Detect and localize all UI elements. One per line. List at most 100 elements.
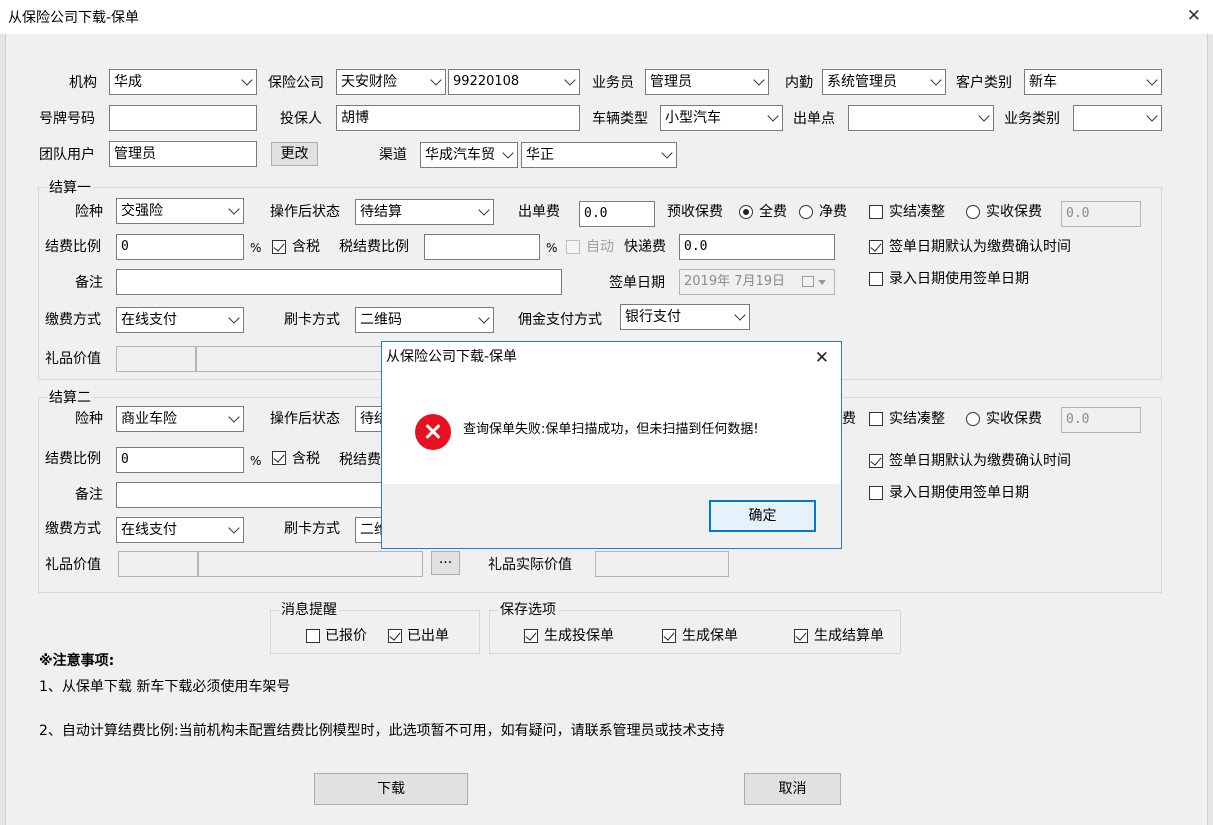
s2-gift-input[interactable] [118,551,198,577]
calendar-icon [802,276,814,287]
s1-commission-select[interactable]: 银行支付 [620,304,750,330]
s1-net-fee-radio[interactable] [799,205,813,219]
issued-checkbox[interactable] [388,629,402,643]
s2-pay-select[interactable]: 在线支付 [116,517,244,543]
chevron-down-icon [228,203,240,215]
s1-round-checkbox[interactable] [869,205,883,219]
cancel-button[interactable]: 取消 [744,773,841,805]
s1-actual-premium-input[interactable]: 0.0 [1061,201,1141,227]
s1-note-input[interactable] [116,269,562,295]
s2-actual-premium-label: 实收保费 [986,411,1042,427]
gen-settlement-checkbox[interactable] [794,629,808,643]
s1-percent: % [250,241,262,255]
s1-actual-premium-radio[interactable] [966,205,980,219]
s1-taxratio-input[interactable] [424,234,540,260]
quoted-label: 已报价 [325,628,367,644]
chevron-down-icon [930,74,942,86]
chevron-down-icon [1146,110,1158,122]
s1-express-label: 快递费 [624,239,666,255]
s2-actual-premium-radio[interactable] [966,412,980,426]
chevron-down-icon [228,411,240,423]
org-select[interactable]: 华成 [109,69,257,95]
s1-gift-input-2[interactable] [196,346,382,372]
s2-note-label: 备注 [75,487,103,503]
s1-signdate-picker[interactable]: 2019年 7月19日 [679,269,835,295]
window-title: 从保险公司下载-保单 [8,10,140,26]
team-user-input[interactable]: 管理员 [109,141,257,167]
plate-input[interactable] [109,105,257,131]
s1-after-status-label: 操作后状态 [270,204,340,220]
s1-full-fee-radio[interactable] [739,205,753,219]
s1-after-status-select[interactable]: 待结算 [355,199,494,225]
s1-taxratio-label: 税结费比例 [339,239,409,255]
chevron-down-icon [661,147,673,159]
save-options-title: 保存选项 [498,601,558,619]
s2-percent: % [250,454,262,468]
s2-gift-input-2[interactable] [198,551,423,577]
chevron-down-icon [502,147,514,159]
download-button[interactable]: 下载 [314,773,468,805]
s1-entry-date-checkbox[interactable] [869,272,883,286]
s2-card-label: 刷卡方式 [284,521,340,537]
change-button[interactable]: 更改 [271,142,318,166]
staff-label: 内勤 [785,75,813,91]
channel-select-2[interactable]: 华正 [521,142,677,168]
s1-tax-checkbox[interactable] [272,240,286,254]
s2-note-input[interactable] [116,482,382,508]
s2-round-checkbox[interactable] [869,412,883,426]
dialog-ok-button[interactable]: 确定 [709,500,816,532]
s2-risk-select[interactable]: 商业车险 [116,406,244,432]
team-user-label: 团队用户 [39,147,95,163]
staff-select[interactable]: 系统管理员 [822,69,946,95]
chevron-down-icon [978,110,990,122]
holder-input[interactable]: 胡博 [336,105,580,131]
s2-entry-date-checkbox[interactable] [869,486,883,500]
window-close-icon[interactable]: ✕ [1187,6,1201,26]
s1-gift-input[interactable] [116,346,196,372]
chevron-down-icon [228,522,240,534]
s2-signdef-checkbox[interactable] [869,454,883,468]
s1-issue-fee-input[interactable]: 0.0 [579,201,655,227]
salesman-select[interactable]: 管理员 [645,69,769,95]
customer-type-label: 客户类别 [956,75,1012,91]
s1-note-label: 备注 [75,275,103,291]
s1-express-input[interactable]: 0.0 [679,234,835,260]
chevron-down-icon [478,312,490,324]
business-type-select[interactable] [1073,105,1162,131]
gen-settlement-label: 生成结算单 [814,628,884,644]
customer-type-select[interactable]: 新车 [1024,69,1162,95]
s1-prepay-label: 预收保费 [667,204,723,220]
left-border [0,34,6,825]
channel-select-1[interactable]: 华成汽车贸 [420,142,518,168]
dialog-close-icon[interactable]: ✕ [815,348,829,368]
insurer-select[interactable]: 天安财险 [336,69,446,95]
insurer-code-select[interactable]: 99220108 [448,69,580,95]
s1-pay-select[interactable]: 在线支付 [116,307,244,333]
s2-gift-more-button[interactable]: ··· [431,551,460,575]
s2-actual-premium-input[interactable]: 0.0 [1061,407,1141,433]
chevron-down-icon [753,74,765,86]
dialog-message: 查询保单失败:保单扫描成功，但未扫描到任何数据! [463,422,759,437]
s1-card-label: 刷卡方式 [284,312,340,328]
s2-tax-checkbox[interactable] [272,451,286,465]
plate-label: 号牌号码 [39,111,95,127]
s1-ratio-input[interactable]: 0 [116,234,244,260]
s1-signdef-checkbox[interactable] [869,240,883,254]
s1-risk-select[interactable]: 交强险 [116,198,244,224]
s1-auto-checkbox[interactable] [566,240,580,254]
s1-card-select[interactable]: 二维码 [355,307,494,333]
s1-auto-label: 自动 [586,239,614,255]
s1-tax-label: 含税 [292,239,320,255]
quoted-checkbox[interactable] [306,629,320,643]
settlement-2-title: 结算二 [47,389,93,407]
issue-point-select[interactable] [848,105,994,131]
insurer-label: 保险公司 [268,75,324,91]
s2-gift-real-input[interactable] [595,551,729,577]
s2-ratio-input[interactable]: 0 [116,447,244,473]
dialog-footer: 确定 [382,484,841,548]
gen-application-checkbox[interactable] [524,629,538,643]
chevron-down-icon [241,74,253,86]
gen-policy-checkbox[interactable] [662,629,676,643]
s2-after-status-label: 操作后状态 [270,411,340,427]
vehicle-type-select[interactable]: 小型汽车 [660,105,783,131]
